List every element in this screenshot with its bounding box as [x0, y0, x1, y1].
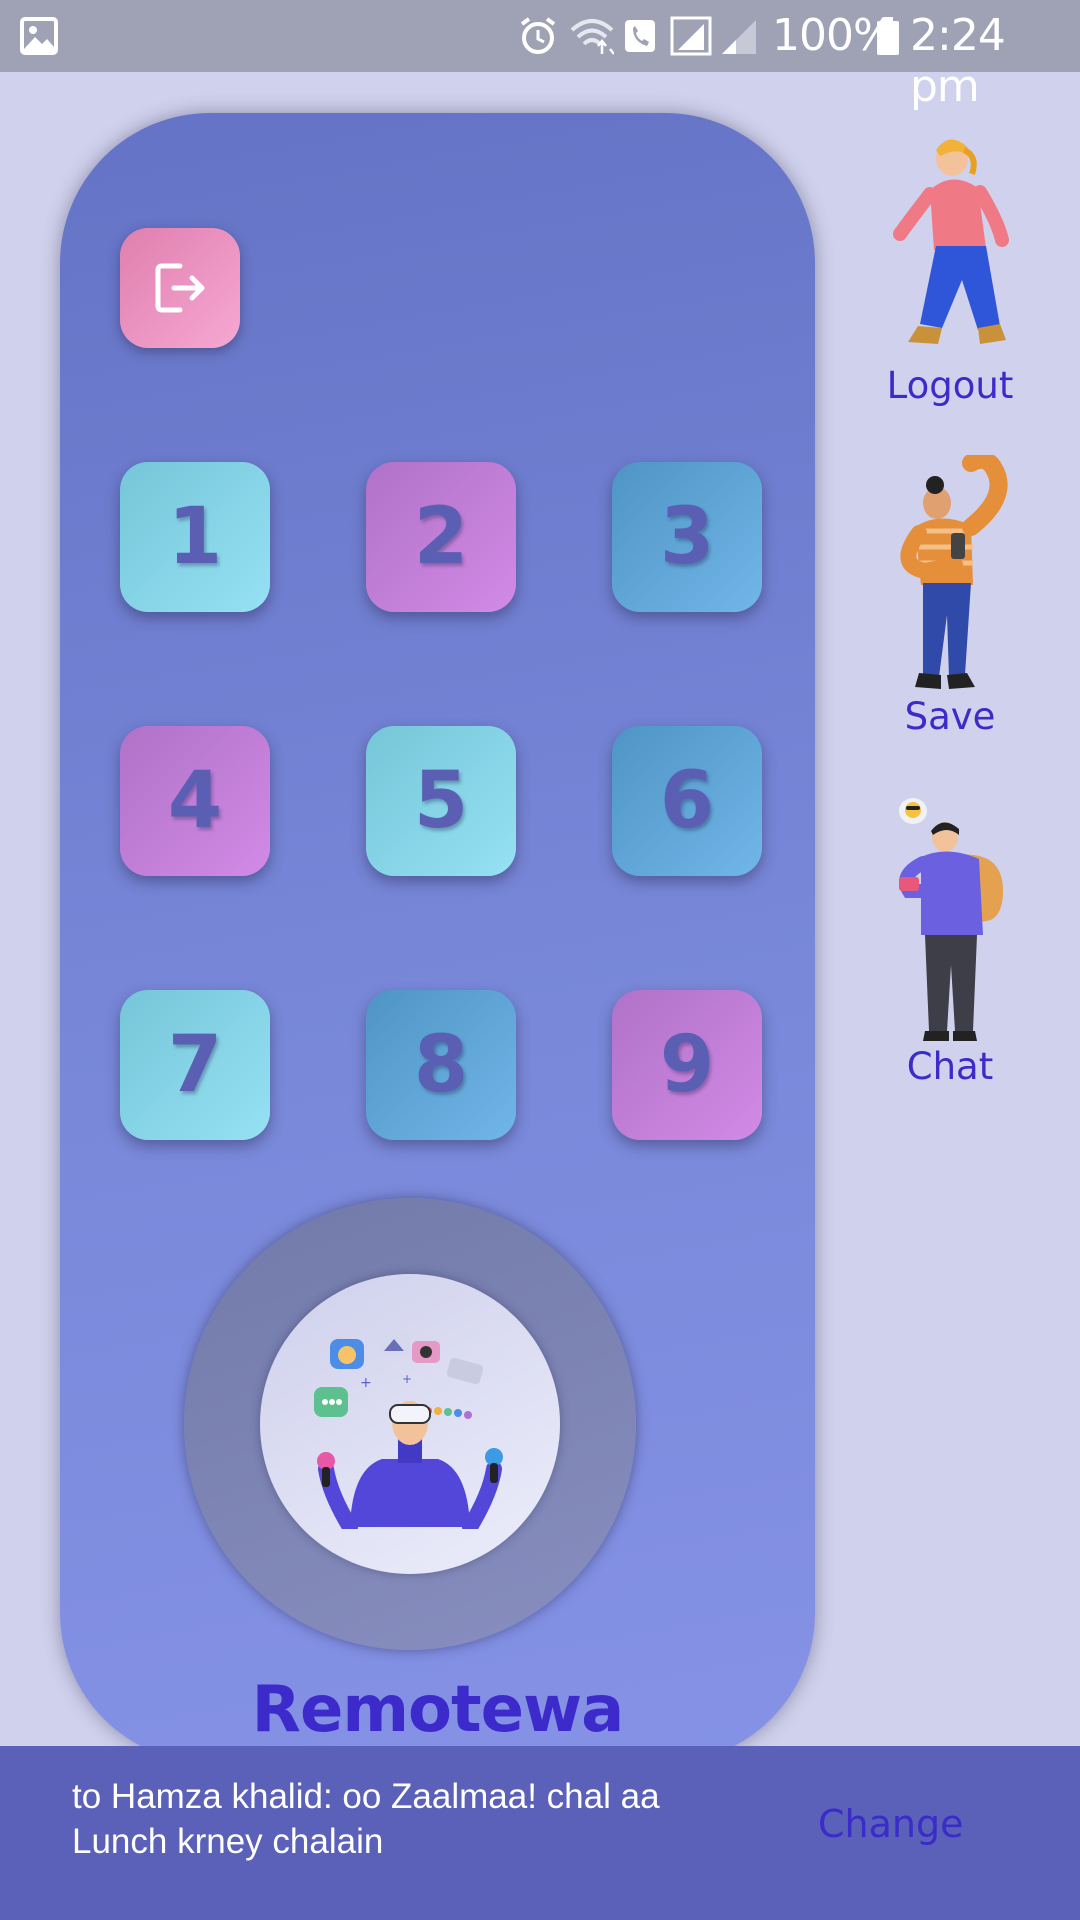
logout-label: Logout [886, 364, 1014, 407]
logout-icon [155, 263, 205, 313]
snackbar: to Hamza khalid: oo Zaalmaa! chal aa Lun… [0, 1746, 1080, 1920]
clock: 2:24 pm [910, 10, 1006, 112]
wifi-icon [570, 19, 614, 55]
svg-text:+: + [402, 1372, 412, 1386]
brand-title: Remotewa [251, 1673, 625, 1747]
logout-button[interactable] [120, 228, 240, 348]
dial-ring[interactable]: + + [184, 1198, 636, 1650]
dial-center-button[interactable]: + + [260, 1274, 560, 1574]
wifi-calling-icon [625, 20, 655, 52]
walking-person-illustration-icon [893, 139, 1009, 344]
signal-icon-2 [722, 20, 756, 54]
gallery-icon [20, 17, 58, 55]
key-5[interactable]: 5 [366, 726, 516, 876]
signal-icon [670, 16, 712, 56]
side-logout[interactable]: Logout [860, 130, 1040, 410]
change-button[interactable]: Change [818, 1802, 964, 1846]
key-2[interactable]: 2 [366, 462, 516, 612]
side-chat[interactable]: Chat [860, 795, 1040, 1095]
remote-panel: 1 2 3 4 5 6 7 8 9 + + Remotewa [60, 113, 815, 1763]
key-4[interactable]: 4 [120, 726, 270, 876]
key-6[interactable]: 6 [612, 726, 762, 876]
snackbar-message: to Hamza khalid: oo Zaalmaa! chal aa Lun… [72, 1777, 660, 1861]
battery-icon [877, 17, 899, 55]
key-8[interactable]: 8 [366, 990, 516, 1140]
alarm-icon [520, 17, 556, 54]
chat-label: Chat [906, 1045, 994, 1088]
side-save[interactable]: Save [860, 450, 1040, 745]
chat-person-illustration-icon [899, 798, 1004, 1041]
key-3[interactable]: 3 [612, 462, 762, 612]
save-label: Save [904, 695, 996, 738]
key-7[interactable]: 7 [120, 990, 270, 1140]
svg-text:+: + [360, 1375, 372, 1391]
vr-user-illustration-icon: + + [314, 1331, 503, 1529]
status-bar: 100% 2:24 pm [0, 0, 1080, 112]
key-1[interactable]: 1 [120, 462, 270, 612]
key-9[interactable]: 9 [612, 990, 762, 1140]
selfie-person-illustration-icon [900, 450, 1008, 689]
